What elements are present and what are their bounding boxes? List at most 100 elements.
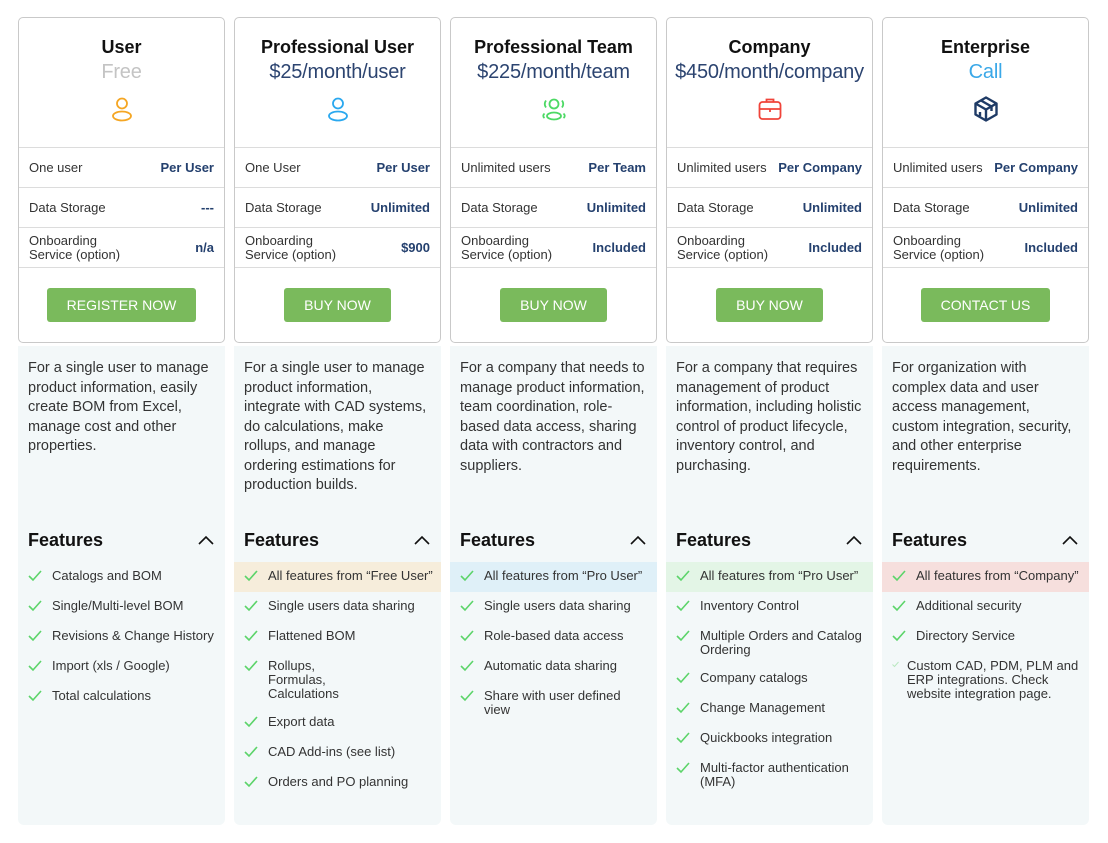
plan-company: Company $450/month/company Unlimited use… <box>666 17 873 825</box>
features-header[interactable]: Features <box>18 528 225 552</box>
spec-label: Data Storage <box>245 199 322 215</box>
features-header[interactable]: Features <box>450 528 657 552</box>
chevron-up-icon[interactable] <box>413 533 431 547</box>
check-icon <box>460 600 474 612</box>
feature-item: Company catalogs <box>666 664 873 694</box>
plan-name: Professional Team <box>474 37 633 57</box>
features-title: Features <box>892 529 968 550</box>
plan-header: User Free <box>19 18 224 148</box>
plan-header: Professional User $25/month/user <box>235 18 440 148</box>
spec-label: Data Storage <box>29 199 106 215</box>
feature-text: Flattened BOM <box>268 628 356 643</box>
feature-item-highlight: All features from “Pro User” <box>450 562 657 592</box>
plan-details-panel: For a company that needs to manage produ… <box>450 346 657 825</box>
cta-wrap: CONTACT US <box>883 268 1088 342</box>
buy-now-button[interactable]: BUY NOW <box>284 288 391 322</box>
plan-description: For a company that needs to manage produ… <box>460 360 645 474</box>
check-icon <box>892 600 906 612</box>
register-now-button[interactable]: REGISTER NOW <box>46 288 197 322</box>
feature-item: Inventory Control <box>666 592 873 622</box>
spec-value: Unlimited <box>802 200 862 215</box>
spec-label: Onboarding Service (option) <box>893 232 985 262</box>
feature-item: Additional security <box>882 592 1089 622</box>
feature-text: Multi-factor authentication (MFA) <box>700 760 849 789</box>
plan-name: User <box>101 37 142 57</box>
spec-value: --- <box>201 200 214 215</box>
spec-label: Unlimited users <box>893 159 983 175</box>
spec-label: Data Storage <box>677 199 754 215</box>
feature-item: Rollups, Formulas, Calculations <box>234 652 441 708</box>
spec-row-onboarding: Onboarding Service (option) Included <box>451 228 656 268</box>
feature-text: Export data <box>268 714 335 729</box>
plan-description: For a company that requires management o… <box>676 360 862 474</box>
feature-text: Catalogs and BOM <box>52 568 162 583</box>
buy-now-button[interactable]: BUY NOW <box>500 288 607 322</box>
plan-price: $25/month/user <box>269 61 406 83</box>
spec-value: Unlimited <box>370 200 430 215</box>
spec-row-storage: Data Storage Unlimited <box>235 188 440 228</box>
contact-us-button[interactable]: CONTACT US <box>920 288 1051 322</box>
feature-item: Share with user defined view <box>450 682 657 724</box>
feature-item: Orders and PO planning <box>234 768 441 798</box>
check-icon <box>892 661 899 668</box>
chevron-up-icon[interactable] <box>1061 533 1079 547</box>
check-icon <box>460 660 474 672</box>
spec-row-onboarding: Onboarding Service (option) n/a <box>19 228 224 268</box>
feature-text: Rollups, Formulas, Calculations <box>268 658 339 701</box>
buy-now-button[interactable]: BUY NOW <box>716 288 823 322</box>
spec-row-users: One User Per User <box>235 148 440 188</box>
feature-item-highlight: All features from “Free User” <box>234 562 441 592</box>
feature-text: Additional security <box>916 598 1022 613</box>
features-title: Features <box>676 529 752 550</box>
plan-name: Enterprise <box>940 37 1031 57</box>
features-title: Features <box>28 529 104 550</box>
spec-value: Per Company <box>994 160 1078 175</box>
plan-details-panel: For a company that requires management o… <box>666 346 873 825</box>
features-title: Features <box>244 529 320 550</box>
spec-value: Unlimited <box>586 200 646 215</box>
chevron-up-icon[interactable] <box>629 533 647 547</box>
plan-card: Professional User $25/month/user One Use… <box>234 17 441 343</box>
plan-card: User Free One user Per User Data Storage… <box>18 17 225 343</box>
check-icon <box>676 702 690 714</box>
check-icon <box>676 762 690 774</box>
feature-text: Multiple Orders and Catalog Ordering <box>700 628 862 657</box>
spec-label: Unlimited users <box>461 159 551 175</box>
feature-list: Catalogs and BOM Single/Multi-level BOM … <box>18 562 225 712</box>
spec-label: One User <box>245 159 301 175</box>
spec-label: Onboarding Service (option) <box>677 232 769 262</box>
spec-row-onboarding: Onboarding Service (option) $900 <box>235 228 440 268</box>
feature-list: All features from “Company” Additional s… <box>882 562 1089 708</box>
check-icon <box>676 732 690 744</box>
feature-text: Single users data sharing <box>268 598 415 613</box>
feature-text: Total calculations <box>52 688 151 703</box>
plan-card: Professional Team $225/month/team Unlimi… <box>450 17 657 343</box>
feature-text: Change Management <box>700 700 826 715</box>
chevron-up-icon[interactable] <box>197 533 215 547</box>
feature-text: Company catalogs <box>700 670 808 685</box>
feature-text: Quickbooks integration <box>700 730 833 745</box>
feature-text: All features from “Free User” <box>268 568 433 583</box>
spec-value: n/a <box>195 240 214 255</box>
plan-details-panel: For a single user to manage product info… <box>18 346 225 825</box>
cta-wrap: BUY NOW <box>235 268 440 342</box>
feature-item-highlight: All features from “Company” <box>882 562 1089 592</box>
spec-row-storage: Data Storage Unlimited <box>667 188 872 228</box>
pricing-plans: User Free One user Per User Data Storage… <box>18 17 1090 825</box>
feature-text: CAD Add-ins (see list) <box>268 744 396 759</box>
check-icon <box>892 570 906 582</box>
feature-list: All features from “Pro User” Single user… <box>450 562 657 724</box>
spec-label: Onboarding Service (option) <box>461 232 553 262</box>
features-header[interactable]: Features <box>234 528 441 552</box>
plan-card: Enterprise Call Unlimited users Per Comp… <box>882 17 1089 343</box>
features-header[interactable]: Features <box>666 528 873 552</box>
chevron-up-icon[interactable] <box>845 533 863 547</box>
plan-professional-user: Professional User $25/month/user One Use… <box>234 17 441 825</box>
feature-item: Automatic data sharing <box>450 652 657 682</box>
spec-value: Per User <box>376 160 430 175</box>
spec-label: Data Storage <box>893 199 970 215</box>
feature-item: Multi-factor authentication (MFA) <box>666 754 873 796</box>
features-header[interactable]: Features <box>882 528 1089 552</box>
briefcase-icon <box>758 98 781 120</box>
feature-item: Flattened BOM <box>234 622 441 652</box>
